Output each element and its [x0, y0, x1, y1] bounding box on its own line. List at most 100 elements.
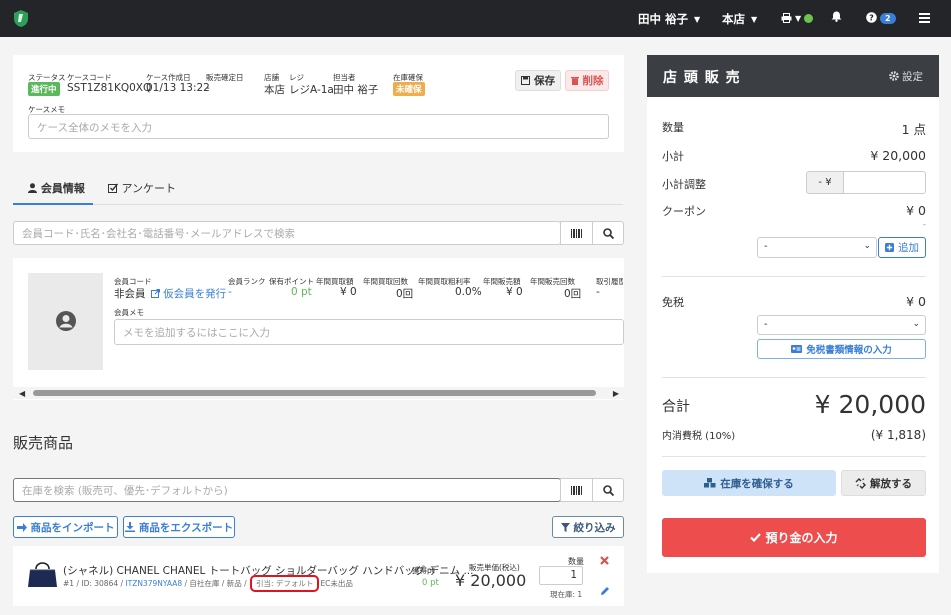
pos-panel-header: 店 頭 販 売 設定 — [647, 55, 939, 97]
member-card-scrollbar[interactable]: ◀ ▶ — [13, 387, 624, 399]
product-item-code-link[interactable]: ITZN379NYAA8 — [125, 579, 182, 588]
download-icon — [124, 522, 135, 532]
confirmed-label: 販売確定日 — [206, 73, 244, 82]
member-search-input[interactable]: 会員コード･氏名･会社名･電話番号･メールアドレスで検索 — [13, 221, 561, 245]
issue-temp-member-label: 仮会員を発行 — [163, 288, 227, 300]
stock-search-button[interactable] — [592, 478, 624, 502]
coupon-select-value: - — [764, 241, 768, 252]
bell-icon — [831, 11, 842, 22]
tab-member-info-label: 会員情報 — [40, 182, 85, 195]
tab-survey-label: アンケート — [121, 182, 177, 195]
search-icon — [602, 484, 614, 496]
qty-total-value: 1 点 — [901, 122, 926, 137]
chevron-down-icon: ▼ — [795, 14, 802, 23]
product-meta-prefix: #1 / ID: 30864 / — [63, 579, 126, 588]
scroll-right-icon[interactable]: ▶ — [613, 389, 619, 398]
top-navbar: 田中 裕子 ▼ 本店 ▼ ▼ ? 2 — [0, 0, 951, 37]
register-value: レジA-1a — [289, 84, 334, 96]
release-stock-button[interactable]: 解放する — [841, 470, 926, 496]
total-label: 合計 — [662, 399, 690, 415]
deposit-input-button[interactable]: 預り金の入力 — [662, 518, 926, 557]
tab-active-indicator — [13, 203, 93, 205]
deposit-input-label: 預り金の入力 — [765, 531, 838, 545]
tab-divider — [13, 204, 623, 205]
search-icon — [602, 227, 614, 239]
save-button[interactable]: 保存 — [515, 70, 561, 91]
help-button[interactable]: ? 2 — [866, 11, 896, 25]
scroll-left-icon[interactable]: ◀ — [19, 389, 25, 398]
cubes-icon — [704, 478, 716, 488]
user-icon — [28, 183, 37, 193]
created-value: 01/13 13:22 — [146, 82, 210, 94]
stat-value-points: 0 pt — [291, 286, 312, 298]
settings-button[interactable]: 設定 — [888, 69, 923, 84]
chevron-down-icon: ▼ — [694, 15, 701, 24]
qty-input[interactable]: 1 — [539, 566, 583, 585]
svg-text:?: ? — [869, 14, 874, 23]
save-button-label: 保存 — [534, 75, 555, 87]
hamburger-menu-button[interactable] — [919, 12, 930, 26]
stock-search-input[interactable]: 在庫を検索 (販売可、優先･デフォルトから) — [13, 478, 561, 502]
edit-item-icon[interactable] — [600, 586, 610, 596]
gear-icon — [888, 71, 899, 81]
member-memo-input[interactable]: メモを追加するにはここに入力 — [114, 319, 624, 345]
save-icon — [521, 76, 530, 85]
tab-survey[interactable]: アンケート — [108, 180, 176, 196]
delete-button[interactable]: 削除 — [565, 70, 609, 91]
user-menu[interactable]: 田中 裕子 ▼ — [638, 11, 700, 27]
filter-button[interactable]: 絞り込み — [552, 516, 624, 538]
taxfree-docs-button[interactable]: 免税書類情報の入力 — [757, 339, 926, 359]
staff-value: 田中 裕子 — [333, 84, 379, 96]
export-items-label: 商品をエクスポート — [138, 521, 234, 534]
coupon-select[interactable]: - ⌄ — [757, 237, 877, 258]
tax-value: (¥ 1,818) — [870, 428, 926, 442]
subtotal-value: ¥ 20,000 — [870, 148, 926, 163]
help-icon: ? — [866, 12, 877, 23]
menu-icon — [919, 13, 930, 23]
app-logo-icon[interactable] — [13, 10, 29, 27]
external-link-icon — [150, 289, 160, 298]
add-coupon-button[interactable]: 追加 — [878, 237, 926, 258]
printer-status[interactable]: ▼ — [781, 11, 814, 25]
reserve-stock-label: 在庫を確保する — [720, 477, 794, 490]
export-items-button[interactable]: 商品をエクスポート — [123, 516, 235, 538]
scrollbar-thumb[interactable] — [33, 390, 596, 396]
stat-value-history: - — [596, 286, 600, 298]
member-memo-label: 会員メモ — [114, 308, 144, 317]
reserve-stock-button[interactable]: 在庫を確保する — [662, 470, 836, 496]
member-search-button[interactable] — [592, 221, 624, 245]
stat-label-history: 取引履歴 — [596, 277, 623, 286]
member-code: 非会員 — [114, 288, 146, 300]
sales-section-title: 販売商品 — [13, 434, 74, 452]
filter-icon — [560, 522, 570, 532]
unit-price-value[interactable]: ¥ 20,000 — [455, 571, 526, 590]
member-barcode-button[interactable] — [560, 221, 593, 245]
coupon-value: ¥ 0 — [906, 203, 926, 218]
release-stock-label: 解放する — [870, 477, 912, 490]
tab-member-info[interactable]: 会員情報 — [28, 180, 85, 196]
remove-item-icon[interactable] — [600, 556, 609, 565]
coupon-note: - — [922, 220, 926, 230]
issue-temp-member-link[interactable]: 仮会員を発行 — [150, 288, 227, 300]
allocation-badge: 引当: デフォルト — [250, 575, 320, 592]
notifications-button[interactable] — [831, 11, 842, 25]
product-meta: #1 / ID: 30864 / ITZN379NYAA8 / 自社在庫 / 新… — [63, 575, 353, 592]
arrow-right-icon — [16, 522, 27, 532]
subtotal-adjust-input[interactable] — [843, 171, 926, 194]
store-menu[interactable]: 本店 ▼ — [722, 11, 757, 27]
product-meta-suffix: / 自社在庫 / 新品 / — [182, 579, 250, 588]
plus-icon — [885, 243, 894, 252]
settings-label: 設定 — [902, 71, 923, 83]
case-memo-input[interactable]: ケース全体のメモを入力 — [28, 114, 609, 139]
case-code-value: SST1Z81KQ0XQ — [67, 82, 152, 94]
printer-online-indicator — [804, 14, 814, 23]
store-name: 本店 — [722, 12, 745, 26]
stat-value-margin-rate: 0.0% — [455, 286, 482, 298]
taxfree-select[interactable]: - ⌄ — [757, 315, 926, 335]
taxfree-label: 免税 — [662, 296, 684, 309]
qty-total-label: 数量 — [662, 121, 684, 134]
barcode-icon — [570, 485, 582, 495]
import-items-button[interactable]: 商品をインポート — [13, 516, 118, 538]
check-icon — [750, 533, 762, 542]
stock-barcode-button[interactable] — [560, 478, 593, 502]
